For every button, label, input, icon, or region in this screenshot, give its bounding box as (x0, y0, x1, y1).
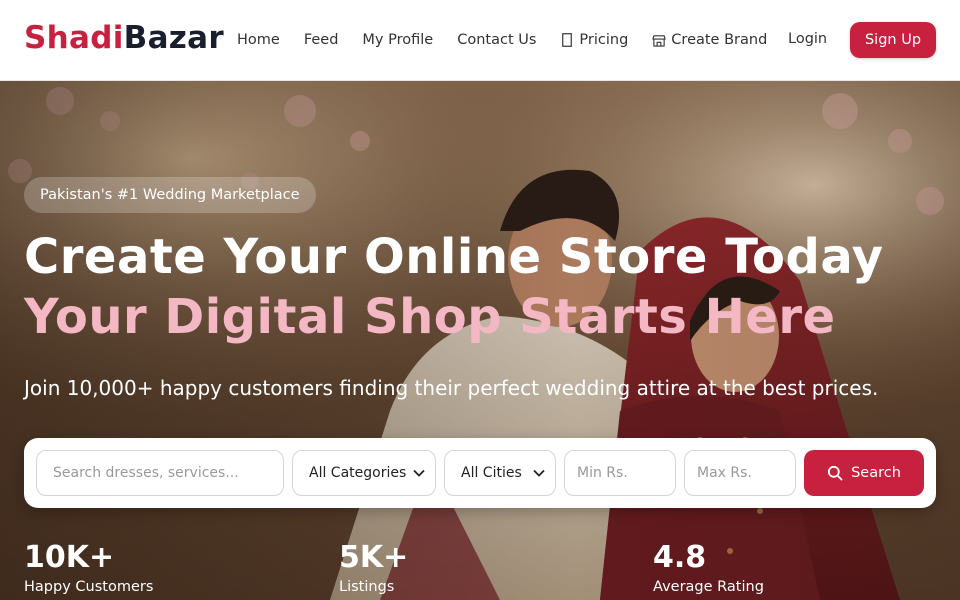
stat-value: 4.8 (653, 540, 707, 575)
search-icon (827, 465, 843, 481)
chevron-down-icon (533, 465, 545, 481)
stat-average-rating: 4.8 Average Rating (653, 540, 764, 596)
store-icon (652, 32, 666, 48)
nav-my-profile-label: My Profile (362, 32, 434, 48)
brand-logo-part1: Shadi (24, 20, 124, 56)
stat-happy-customers: 10K+ Happy Customers (24, 540, 154, 596)
brand-logo-part2: Bazar (123, 20, 224, 56)
min-price-input[interactable]: Min Rs. (564, 450, 676, 496)
stat-label: Listings (339, 579, 395, 595)
main-nav: Home Feed My Profile Contact Us Pricing … (237, 0, 791, 80)
hero-subtitle: Join 10,000+ happy customers finding the… (24, 376, 879, 400)
nav-pricing[interactable]: Pricing (560, 32, 628, 48)
stat-label: Average Rating (653, 579, 764, 595)
login-link[interactable]: Login (788, 31, 827, 47)
hero-title-line1: Create Your Online Store Today (24, 229, 884, 285)
signup-button[interactable]: Sign Up (850, 22, 936, 58)
hero-title-line2: Your Digital Shop Starts Here (24, 289, 836, 345)
nav-feed-label: Feed (303, 32, 339, 48)
hero-section: Pakistan's #1 Wedding Marketplace Create… (0, 81, 960, 600)
category-select-value: All Categories (309, 465, 407, 481)
search-input[interactable]: Search dresses, services... (36, 450, 284, 496)
category-select[interactable]: All Categories (292, 450, 436, 496)
nav-create-brand-label: Create Brand (671, 32, 768, 48)
search-panel: Search dresses, services... All Categori… (24, 438, 936, 508)
nav-contact-us-label: Contact Us (457, 32, 537, 48)
nav-my-profile[interactable]: My Profile (362, 32, 433, 48)
nav-home-label: Home (237, 32, 280, 48)
nav-contact-us[interactable]: Contact Us (457, 32, 536, 48)
stat-label: Happy Customers (24, 579, 154, 595)
search-button[interactable]: Search (804, 450, 924, 496)
nav-home[interactable]: Home (237, 32, 280, 48)
max-price-input[interactable]: Max Rs. (684, 450, 796, 496)
stat-value: 10K+ (24, 540, 115, 575)
tag-icon (560, 32, 574, 48)
hero-badge: Pakistan's #1 Wedding Marketplace (24, 177, 316, 213)
stat-listings: 5K+ Listings (339, 540, 409, 596)
nav-pricing-label: Pricing (579, 32, 629, 48)
city-select[interactable]: All Cities (444, 450, 556, 496)
stat-value: 5K+ (339, 540, 409, 575)
search-button-label: Search (851, 465, 901, 481)
city-select-value: All Cities (461, 465, 522, 481)
top-navbar: ShadiBazar Home Feed My Profile Contact … (0, 0, 960, 81)
brand-logo[interactable]: ShadiBazar (24, 20, 224, 56)
nav-feed[interactable]: Feed (304, 32, 339, 48)
chevron-down-icon (413, 465, 425, 481)
nav-create-brand[interactable]: Create Brand (652, 32, 767, 48)
